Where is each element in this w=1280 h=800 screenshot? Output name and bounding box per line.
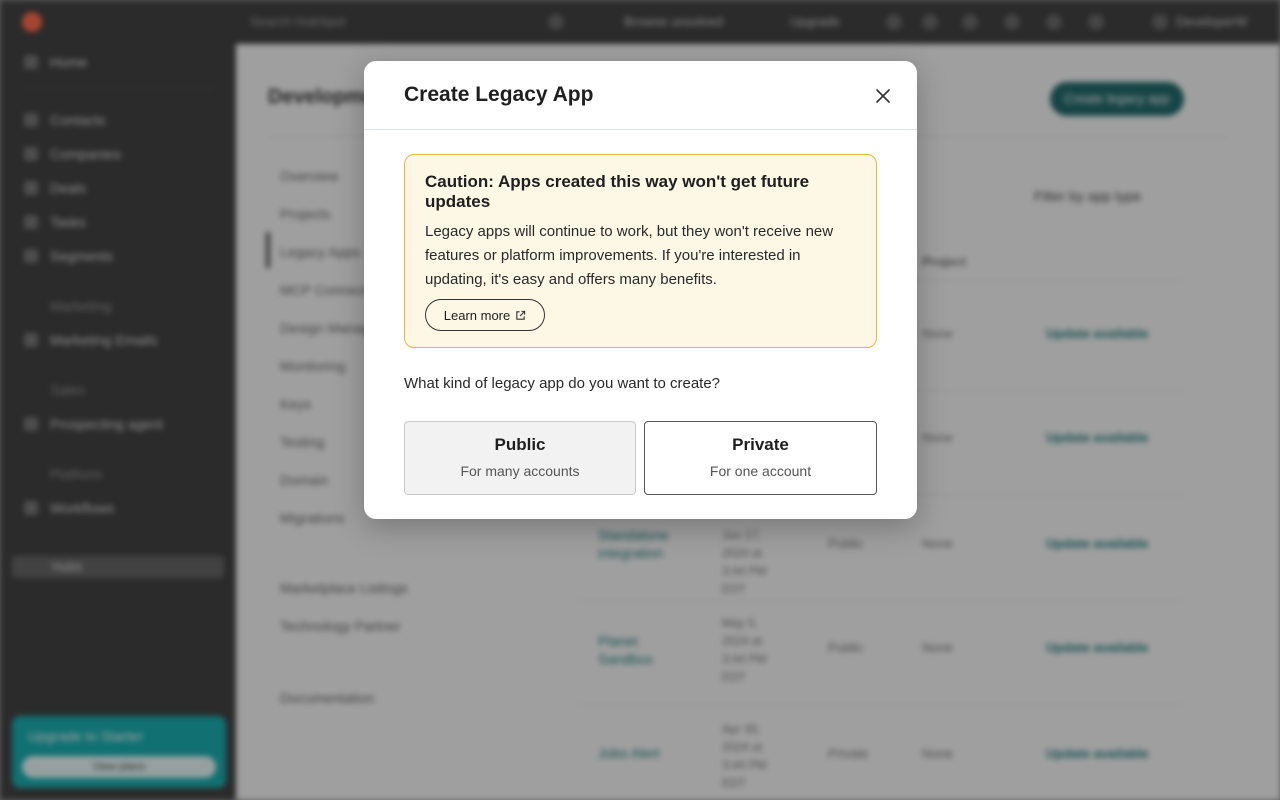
option-title: Private — [732, 435, 789, 454]
create-legacy-app-dialog: Create Legacy App Caution: Apps created … — [364, 61, 917, 519]
dialog-header: Create Legacy App — [364, 61, 917, 130]
caution-alert: Caution: Apps created this way won't get… — [404, 154, 877, 348]
option-subtitle: For one account — [709, 463, 812, 479]
private-app-option[interactable]: Private For one account — [644, 421, 877, 495]
caution-body: Legacy apps will continue to work, but t… — [425, 223, 834, 288]
learn-more-label: Learn more — [443, 307, 511, 323]
close-icon — [876, 89, 890, 103]
dialog-title: Create Legacy App — [404, 83, 594, 106]
option-title: Public — [494, 435, 546, 454]
app-type-question: What kind of legacy app do you want to c… — [404, 375, 721, 392]
option-subtitle: For many accounts — [460, 463, 580, 479]
learn-more-button[interactable]: Learn more — [425, 299, 545, 331]
close-button[interactable] — [868, 81, 898, 111]
public-app-option[interactable]: Public For many accounts — [404, 421, 636, 495]
external-link-icon — [516, 310, 526, 320]
caution-title: Caution: Apps created this way won't get… — [425, 172, 810, 211]
